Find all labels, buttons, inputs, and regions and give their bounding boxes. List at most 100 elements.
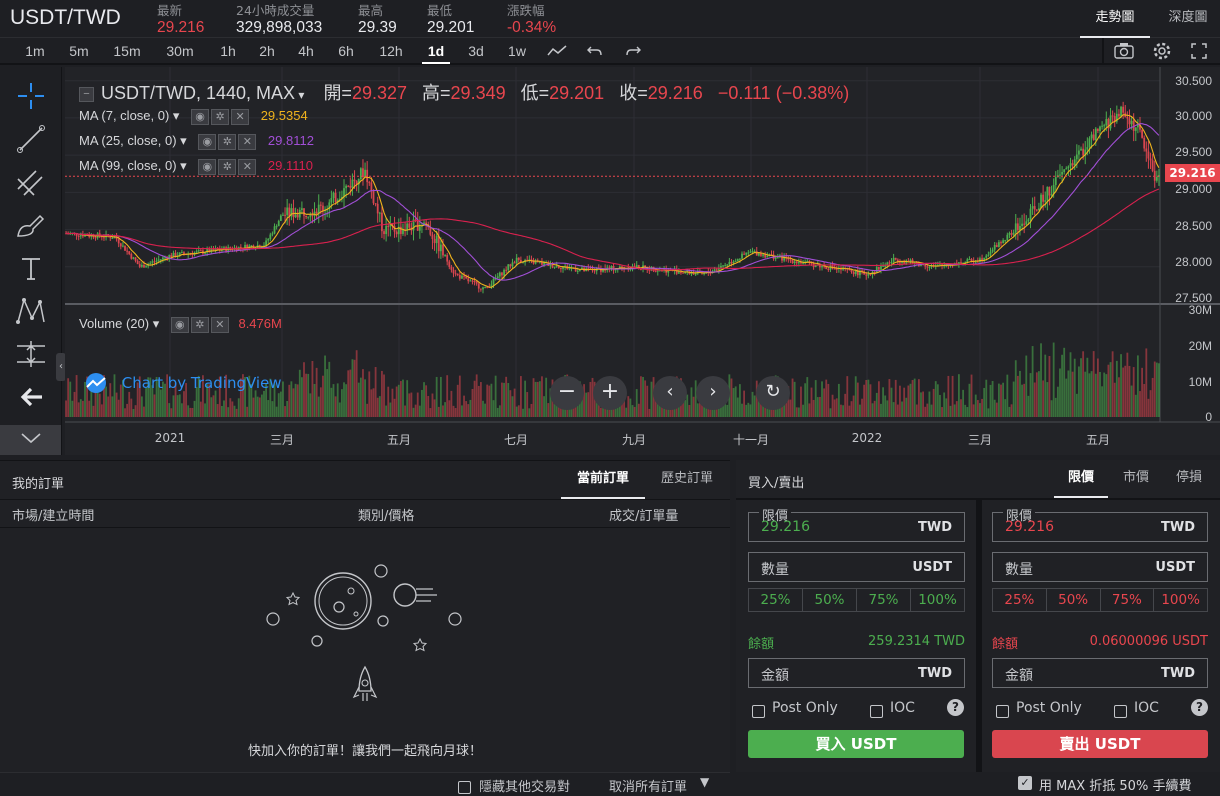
volume-bar	[844, 393, 847, 417]
volume-bar	[399, 381, 402, 417]
scroll-right-button[interactable]: ›	[696, 376, 730, 410]
sell-total-input[interactable]: 金額 TWD	[992, 658, 1208, 688]
tools-more-button[interactable]	[0, 425, 61, 455]
camera-icon[interactable]	[1113, 41, 1135, 61]
redo-icon[interactable]	[624, 43, 642, 59]
buy-pct-25[interactable]: 25%	[749, 589, 803, 611]
tf-6h[interactable]: 6h	[330, 38, 362, 64]
scroll-left-button[interactable]: ‹	[653, 376, 687, 410]
sell-pct-100[interactable]: 100%	[1154, 589, 1207, 611]
crosshair-icon[interactable]	[14, 79, 48, 113]
price-chart[interactable]: − USDT/TWD, 1440, MAX ▾ 開=29.327 高=29.34…	[65, 67, 1220, 455]
volume-bar	[1124, 365, 1127, 417]
tf-2h[interactable]: 2h	[251, 38, 283, 64]
measure-tool-icon[interactable]	[14, 337, 48, 371]
buy-ioc-label[interactable]: IOC	[890, 700, 915, 716]
sell-limit-price-input[interactable]: 限價 29.216 TWD	[992, 505, 1208, 542]
zoom-out-button[interactable]: −	[550, 376, 584, 410]
eye-icon[interactable]: ◉	[191, 108, 210, 125]
tab-trend-chart[interactable]: 走勢圖	[1080, 0, 1150, 38]
tab-current-orders[interactable]: 當前訂單	[561, 461, 645, 499]
brush-icon[interactable]	[14, 208, 48, 242]
symbol-dropdown-icon[interactable]: ▾	[295, 88, 304, 102]
tf-3d[interactable]: 3d	[460, 38, 492, 64]
pattern-tool-icon[interactable]	[14, 294, 48, 328]
reset-chart-button[interactable]: ↻	[756, 376, 790, 410]
volume-bar	[751, 391, 754, 417]
buy-quantity-input[interactable]: 數量 USDT	[748, 552, 965, 582]
volume-bar	[547, 403, 550, 417]
fib-tool-icon[interactable]	[14, 165, 48, 199]
tf-15m[interactable]: 15m	[106, 38, 148, 64]
buy-ioc-checkbox[interactable]	[870, 701, 883, 720]
sell-pct-25[interactable]: 25%	[993, 589, 1047, 611]
trend-line-icon[interactable]	[14, 122, 48, 156]
buy-pct-75[interactable]: 75%	[857, 589, 911, 611]
cancel-all-dropdown-icon[interactable]: ▼	[700, 775, 709, 789]
tf-4h[interactable]: 4h	[290, 38, 322, 64]
gear-icon[interactable]: ✲	[218, 133, 237, 150]
tab-depth-chart[interactable]: 深度圖	[1156, 0, 1220, 38]
sell-ioc-checkbox[interactable]	[1114, 701, 1127, 720]
buy-pct-50[interactable]: 50%	[803, 589, 857, 611]
collapse-legend-icon[interactable]: −	[79, 86, 94, 102]
volume-bar	[290, 381, 293, 417]
tf-1d[interactable]: 1d	[422, 38, 450, 64]
close-icon[interactable]: ✕	[231, 108, 250, 125]
tab-stop-order[interactable]: 停損	[1164, 460, 1214, 498]
buy-usdt-button[interactable]: 買入 USDT	[748, 730, 964, 758]
buy-total-input[interactable]: 金額 TWD	[748, 658, 965, 688]
tf-1w[interactable]: 1w	[501, 38, 533, 64]
tf-5m[interactable]: 5m	[62, 38, 96, 64]
fullscreen-icon[interactable]	[1190, 42, 1208, 60]
undo-icon[interactable]	[586, 43, 604, 59]
gear-icon[interactable]: ✲	[190, 316, 209, 333]
sell-post-only-checkbox[interactable]	[996, 701, 1009, 720]
buy-limit-price-input[interactable]: 限價 29.216 TWD	[748, 505, 965, 542]
sell-usdt-button[interactable]: 賣出 USDT	[992, 730, 1208, 758]
tab-market-order[interactable]: 市價	[1112, 460, 1160, 498]
back-arrow-icon[interactable]	[14, 380, 48, 414]
sell-pct-75[interactable]: 75%	[1101, 589, 1155, 611]
eye-icon[interactable]: ◉	[198, 158, 217, 175]
close-icon[interactable]: ✕	[238, 133, 257, 150]
close-icon[interactable]: ✕	[238, 158, 257, 175]
buy-post-only-checkbox[interactable]	[752, 701, 765, 720]
tf-30m[interactable]: 30m	[158, 38, 202, 64]
tab-limit-order[interactable]: 限價	[1054, 460, 1108, 498]
symbol-label[interactable]: USDT/TWD, 1440, MAX	[101, 83, 295, 103]
settings-gear-icon[interactable]	[1151, 40, 1173, 62]
tf-12h[interactable]: 12h	[372, 38, 410, 64]
cancel-all-orders-button[interactable]: 取消所有訂單	[609, 776, 687, 795]
tradingview-watermark[interactable]: Chart by TradingView	[81, 373, 282, 393]
sell-quantity-input[interactable]: 數量 USDT	[992, 552, 1208, 582]
hide-other-pairs-checkbox[interactable]	[458, 777, 471, 796]
gear-icon[interactable]: ✲	[211, 108, 230, 125]
gear-icon[interactable]: ✲	[218, 158, 237, 175]
tf-1h[interactable]: 1h	[212, 38, 244, 64]
eye-icon[interactable]: ◉	[170, 316, 189, 333]
buy-post-only-label[interactable]: Post Only	[772, 700, 838, 716]
hide-other-pairs-label[interactable]: 隱藏其他交易對	[479, 776, 570, 795]
max-fee-discount-label[interactable]: 用 MAX 折抵 50% 手續費	[1039, 775, 1191, 794]
tab-order-history[interactable]: 歷史訂單	[645, 461, 729, 499]
eye-icon[interactable]: ◉	[198, 133, 217, 150]
max-fee-discount-checkbox[interactable]: ✓	[1018, 776, 1032, 790]
help-icon[interactable]: ?	[1191, 699, 1208, 716]
tf-1m[interactable]: 1m	[18, 38, 52, 64]
buy-pct-100[interactable]: 100%	[911, 589, 964, 611]
chart-type-icon[interactable]	[546, 43, 568, 59]
zoom-in-button[interactable]: +	[593, 376, 627, 410]
volume-bar	[875, 392, 878, 417]
sell-post-only-label[interactable]: Post Only	[1016, 700, 1082, 716]
sell-pct-50[interactable]: 50%	[1047, 589, 1101, 611]
text-tool-icon[interactable]	[14, 251, 48, 285]
help-icon[interactable]: ?	[947, 699, 964, 716]
ma7-legend: MA (7, close, 0) ▾ ◉ ✲ ✕ 29.5354	[79, 108, 308, 125]
candle-body	[1063, 169, 1066, 173]
candle-body	[277, 220, 280, 227]
close-icon[interactable]: ✕	[210, 316, 229, 333]
volume-bar	[393, 398, 396, 417]
sell-ioc-label[interactable]: IOC	[1134, 700, 1159, 716]
volume-bar	[907, 385, 910, 417]
